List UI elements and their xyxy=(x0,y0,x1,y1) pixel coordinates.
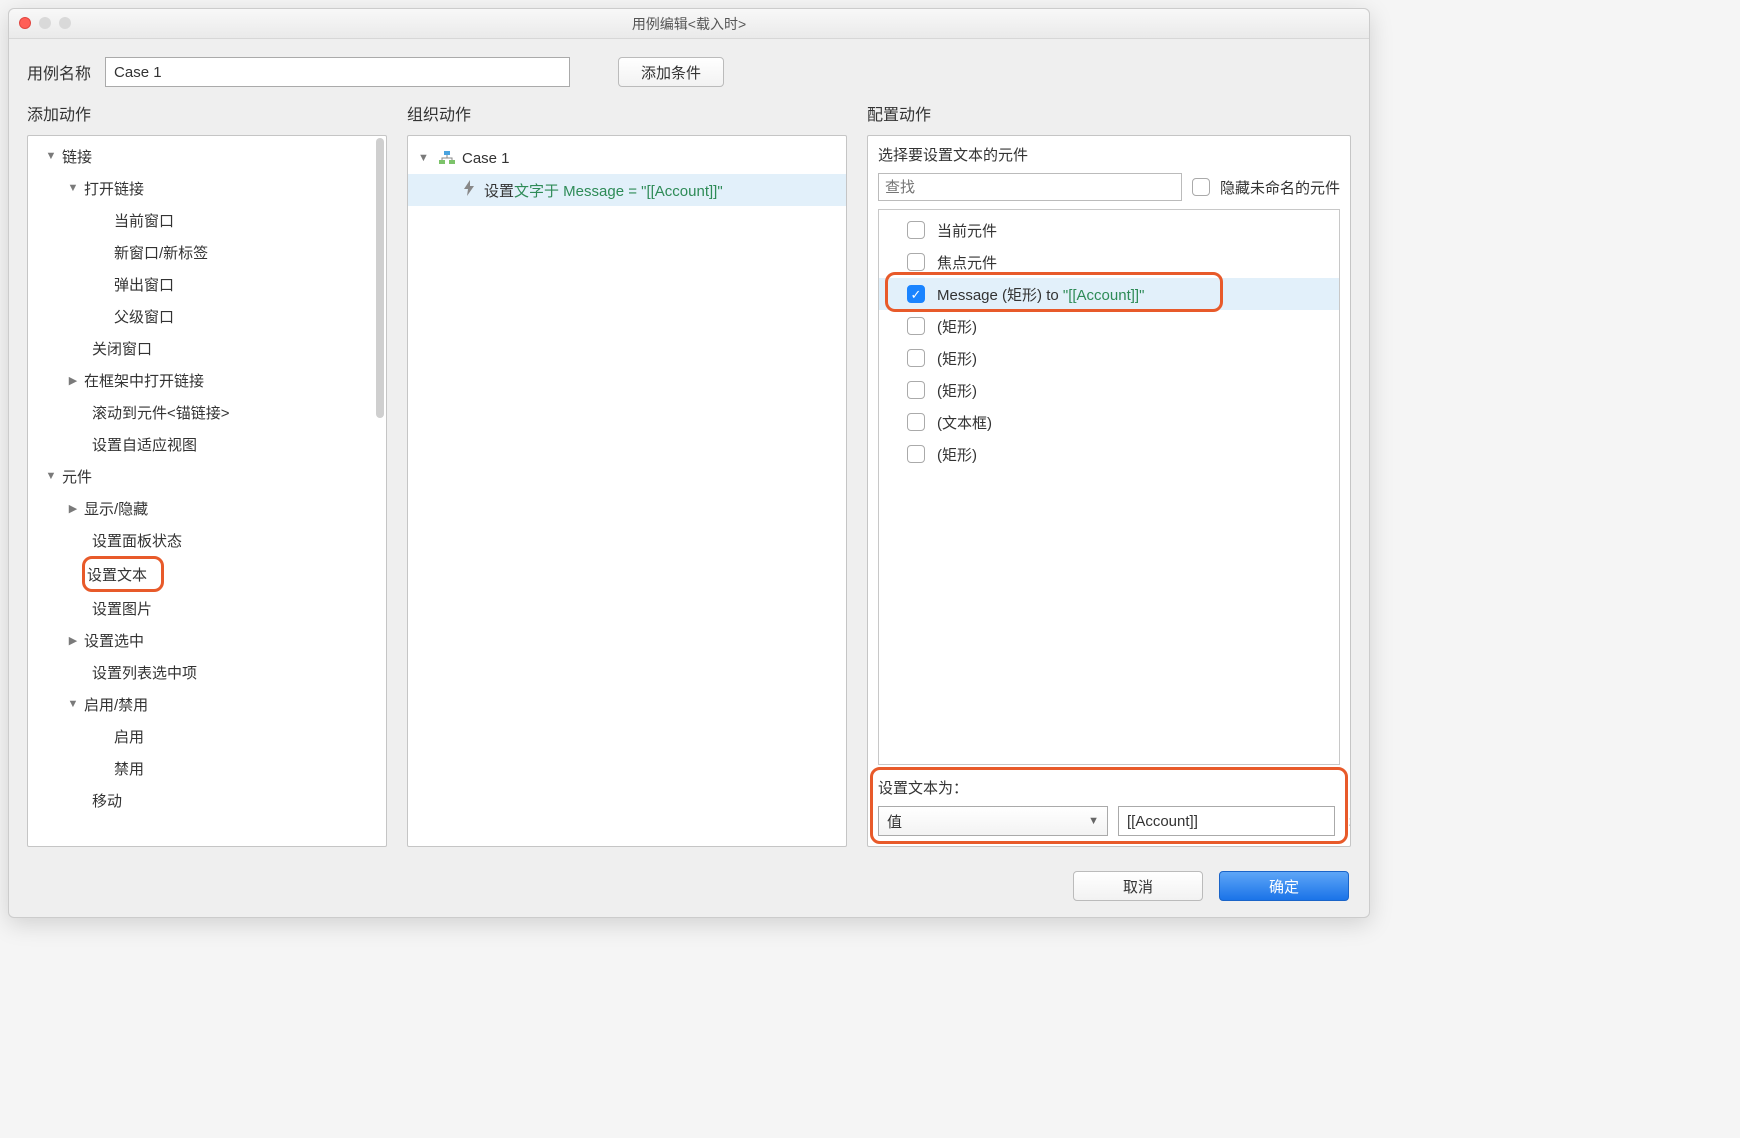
tree-open-in-frame[interactable]: ▶在框架中打开链接 xyxy=(32,364,386,396)
fx-button[interactable]: fx xyxy=(1345,813,1351,830)
hide-unnamed-label: 隐藏未命名的元件 xyxy=(1220,177,1340,198)
tree-set-text-highlight[interactable]: 设置文本 xyxy=(82,556,164,592)
tree-link[interactable]: ▼链接 xyxy=(32,140,386,172)
case-name-label: 用例名称 xyxy=(27,60,91,84)
dialog-footer: 取消 确定 xyxy=(9,861,1369,917)
widget-row-rect-1[interactable]: (矩形) xyxy=(879,310,1339,342)
cancel-button[interactable]: 取消 xyxy=(1073,871,1203,901)
select-widget-label: 选择要设置文本的元件 xyxy=(878,144,1340,165)
tree-set-selected[interactable]: ▶设置选中 xyxy=(32,624,386,656)
widget-search-input[interactable] xyxy=(878,173,1182,201)
widget-row-rect-2[interactable]: (矩形) xyxy=(879,342,1339,374)
tree-disable[interactable]: 禁用 xyxy=(32,752,386,784)
tree-parent-window[interactable]: 父级窗口 xyxy=(32,300,386,332)
org-case-label: Case 1 xyxy=(462,150,510,167)
org-set-text-row[interactable]: 设置 文字于 Message = "[[Account]]" xyxy=(408,174,846,206)
tree-set-adaptive[interactable]: 设置自适应视图 xyxy=(32,428,386,460)
flowchart-icon xyxy=(438,151,456,165)
action-tree: ▼链接 ▼打开链接 当前窗口 新窗口/新标签 弹出窗口 父级窗口 关闭窗口 ▶在… xyxy=(28,136,386,820)
configure-action-column: 配置动作 选择要设置文本的元件 隐藏未命名的元件 当前元件 焦点元件 Messa… xyxy=(867,101,1351,847)
set-text-to-section: 设置文本为： 值 ▼ fx xyxy=(878,773,1340,836)
value-type-select[interactable]: 值 ▼ xyxy=(878,806,1108,836)
tree-new-window[interactable]: 新窗口/新标签 xyxy=(32,236,386,268)
tree-enable[interactable]: 启用 xyxy=(32,720,386,752)
titlebar: 用例编辑<载入时> xyxy=(9,9,1369,39)
action-tree-scrollbar[interactable] xyxy=(376,138,384,418)
case-name-input[interactable] xyxy=(105,57,570,87)
tree-move[interactable]: 移动 xyxy=(32,784,386,816)
ok-button[interactable]: 确定 xyxy=(1219,871,1349,901)
tree-show-hide[interactable]: ▶显示/隐藏 xyxy=(32,492,386,524)
zoom-icon[interactable] xyxy=(59,17,71,29)
add-action-column: 添加动作 ▼链接 ▼打开链接 当前窗口 新窗口/新标签 弹出窗口 父级窗口 关闭… xyxy=(27,101,387,847)
widget-row-focus[interactable]: 焦点元件 xyxy=(879,246,1339,278)
chevron-down-icon: ▼ xyxy=(1088,815,1099,827)
org-set-prefix: 设置 xyxy=(484,180,514,201)
tree-set-image[interactable]: 设置图片 xyxy=(32,592,386,624)
lightning-icon xyxy=(460,180,478,200)
tree-panel-state[interactable]: 设置面板状态 xyxy=(32,524,386,556)
widget-row-message[interactable]: Message (矩形) to "[[Account]]" xyxy=(879,278,1339,310)
tree-list-selected[interactable]: 设置列表选中项 xyxy=(32,656,386,688)
org-case-row[interactable]: ▼ Case 1 xyxy=(408,142,846,174)
widget-row-textbox[interactable]: (文本框) xyxy=(879,406,1339,438)
value-type-selected: 值 xyxy=(887,811,902,832)
tree-current-window[interactable]: 当前窗口 xyxy=(32,204,386,236)
org-set-text-detail: 文字于 Message = "[[Account]]" xyxy=(514,180,723,201)
widget-row-rect-3[interactable]: (矩形) xyxy=(879,374,1339,406)
configure-action-header: 配置动作 xyxy=(867,101,1351,125)
widget-list: 当前元件 焦点元件 Message (矩形) to "[[Account]]" … xyxy=(878,209,1340,765)
tree-open-link[interactable]: ▼打开链接 xyxy=(32,172,386,204)
value-input[interactable] xyxy=(1118,806,1335,836)
widget-row-current[interactable]: 当前元件 xyxy=(879,214,1339,246)
tree-popup-window[interactable]: 弹出窗口 xyxy=(32,268,386,300)
tree-enable-disable[interactable]: ▼启用/禁用 xyxy=(32,688,386,720)
tree-scroll-anchor[interactable]: 滚动到元件<锚链接> xyxy=(32,396,386,428)
hide-unnamed-checkbox[interactable] xyxy=(1192,178,1210,196)
set-text-to-label: 设置文本为： xyxy=(878,777,1340,798)
add-condition-button[interactable]: 添加条件 xyxy=(618,57,724,87)
add-action-header: 添加动作 xyxy=(27,101,387,125)
organize-action-header: 组织动作 xyxy=(407,101,847,125)
minimize-icon[interactable] xyxy=(39,17,51,29)
organize-action-column: 组织动作 ▼ Case 1 设置 文字于 xyxy=(407,101,847,847)
close-icon[interactable] xyxy=(19,17,31,29)
case-editor-window: 用例编辑<载入时> 用例名称 添加条件 添加动作 ▼链接 ▼打开链接 当前窗口 … xyxy=(8,8,1370,918)
window-title: 用例编辑<载入时> xyxy=(632,14,746,34)
widget-row-rect-4[interactable]: (矩形) xyxy=(879,438,1339,470)
tree-close-window[interactable]: 关闭窗口 xyxy=(32,332,386,364)
tree-widget[interactable]: ▼元件 xyxy=(32,460,386,492)
case-name-row: 用例名称 添加条件 xyxy=(9,39,1369,101)
